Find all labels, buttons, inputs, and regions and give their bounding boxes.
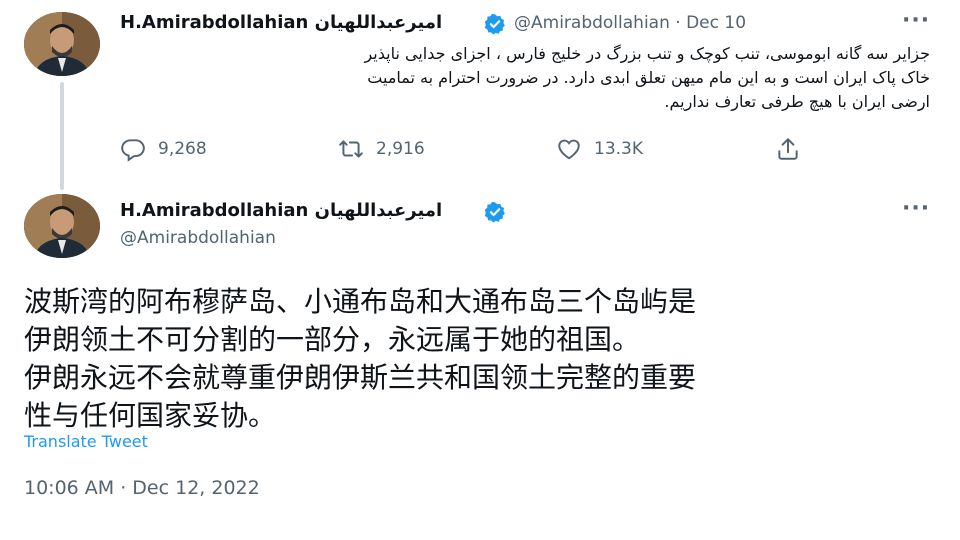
- tweet-text-chinese: 波斯湾的阿布穆萨岛、小通布岛和大通布岛三个岛屿是 伊朗领土不可分割的一部分，永远…: [24, 283, 944, 435]
- share-button[interactable]: [775, 136, 801, 162]
- display-name-fa: امیرعبداللهیان: [314, 200, 443, 221]
- retweet-icon: [339, 140, 363, 158]
- tweet-text-line: 伊朗领土不可分割的一部分，永远属于她的祖国。: [24, 323, 641, 356]
- display-name[interactable]: H.Amirabdollahian امیرعبداللهیان: [120, 200, 442, 221]
- more-options-button[interactable]: ···: [902, 196, 930, 221]
- tweet-text-line: 伊朗永远不会就尊重伊朗伊斯兰共和国领土完整的重要: [24, 361, 697, 394]
- avatar[interactable]: [24, 12, 100, 76]
- translate-tweet-link[interactable]: Translate Tweet: [24, 432, 148, 451]
- avatar[interactable]: [24, 194, 100, 258]
- display-name[interactable]: H.Amirabdollahian امیرعبداللهیان: [120, 12, 442, 33]
- verified-badge-icon: [484, 13, 505, 35]
- retweet-count: 2,916: [376, 139, 425, 159]
- thread-line: [60, 82, 64, 190]
- handle-and-date[interactable]: @Amirabdollahian · Dec 10: [514, 13, 746, 33]
- profile-photo: [24, 12, 100, 76]
- more-options-button[interactable]: ···: [902, 8, 930, 33]
- like-button[interactable]: 13.3K: [556, 136, 643, 162]
- tweet-text-line: ارضی ایران با هیچ طرفی تعارف نداریم.: [664, 92, 930, 111]
- tweet-text-line: خاک پاک ایران است و به این مام میهن تعلق…: [367, 68, 930, 87]
- profile-photo: [24, 194, 100, 258]
- handle[interactable]: @Amirabdollahian: [120, 228, 276, 248]
- tweet-text-persian: جزایر سه گانه ابوموسی، تنب کوچک و تنب بز…: [110, 42, 930, 114]
- heart-icon: [558, 139, 580, 160]
- display-name-fa: امیرعبداللهیان: [314, 12, 443, 33]
- reply-count: 9,268: [158, 139, 207, 159]
- tweet-text-line: 性与任何国家妥协。: [24, 399, 277, 432]
- reply-icon: [121, 139, 145, 162]
- share-icon: [778, 138, 798, 160]
- verified-badge-icon: [484, 201, 505, 223]
- reply-button[interactable]: 9,268: [120, 136, 207, 162]
- tweet-text-line: 波斯湾的阿布穆萨岛、小通布岛和大通布岛三个岛屿是: [24, 285, 697, 318]
- retweet-button[interactable]: 2,916: [338, 136, 425, 162]
- like-count: 13.3K: [594, 139, 643, 159]
- tweet-text-line: جزایر سه گانه ابوموسی، تنب کوچک و تنب بز…: [364, 44, 930, 63]
- tweet-timestamp[interactable]: 10:06 AM · Dec 12, 2022: [24, 477, 260, 499]
